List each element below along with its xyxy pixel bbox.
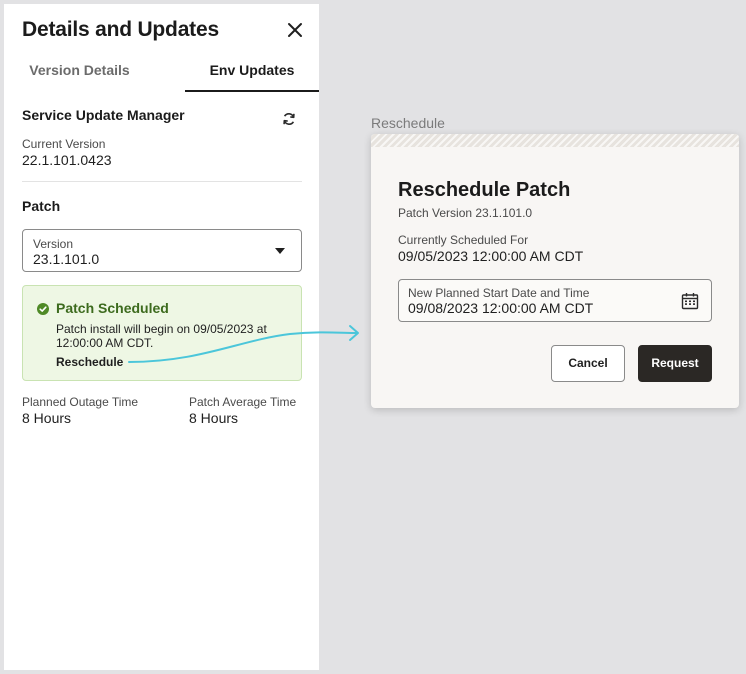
new-start-date-label: New Planned Start Date and Time <box>408 286 590 300</box>
calendar-icon[interactable] <box>681 292 699 310</box>
new-start-date-value: 09/08/2023 12:00:00 AM CDT <box>408 300 594 316</box>
reschedule-link[interactable]: Reschedule <box>56 355 123 369</box>
patch-average-label: Patch Average Time <box>189 395 297 409</box>
dialog-caption: Reschedule <box>371 115 445 131</box>
planned-outage-value: 8 Hours <box>22 410 72 426</box>
currently-scheduled-label: Currently Scheduled For <box>398 233 529 247</box>
new-start-date-field[interactable]: New Planned Start Date and Time 09/08/20… <box>398 279 712 322</box>
tab-version-details[interactable]: Version Details <box>4 58 155 92</box>
status-title: Patch Scheduled <box>56 300 169 316</box>
planned-outage-label: Planned Outage Time <box>22 395 139 409</box>
patch-average-value: 8 Hours <box>189 410 239 426</box>
request-button[interactable]: Request <box>638 345 712 382</box>
drawer-title: Details and Updates <box>22 18 219 41</box>
status-message: Patch install will begin on 09/05/2023 a… <box>56 322 267 350</box>
dialog-title: Reschedule Patch <box>398 179 571 201</box>
current-version-label: Current Version <box>22 137 106 151</box>
currently-scheduled-value: 09/05/2023 12:00:00 AM CDT <box>398 248 584 264</box>
details-drawer: Details and Updates Version Details Env … <box>4 4 319 670</box>
cancel-button[interactable]: Cancel <box>551 345 625 382</box>
check-circle-icon <box>37 302 49 315</box>
close-icon[interactable] <box>284 19 306 41</box>
patch-title: Patch <box>22 198 61 214</box>
chevron-down-icon <box>275 248 285 254</box>
tab-env-updates[interactable]: Env Updates <box>185 58 319 92</box>
dialog-header <box>371 134 739 147</box>
patch-status-card: Patch Scheduled Patch install will begin… <box>22 285 302 381</box>
tab-bar: Version Details Env Updates <box>4 58 319 92</box>
reschedule-dialog: Reschedule Patch Patch Version 23.1.101.… <box>371 134 739 408</box>
version-select[interactable]: Version 23.1.101.0 <box>22 229 302 272</box>
service-update-manager-title: Service Update Manager <box>22 107 185 123</box>
version-select-label: Version <box>33 237 74 251</box>
dialog-subtitle: Patch Version 23.1.101.0 <box>398 206 533 220</box>
version-select-value: 23.1.101.0 <box>33 251 100 267</box>
current-version-value: 22.1.101.0423 <box>22 152 112 168</box>
divider <box>22 181 302 182</box>
refresh-icon[interactable] <box>281 111 297 127</box>
